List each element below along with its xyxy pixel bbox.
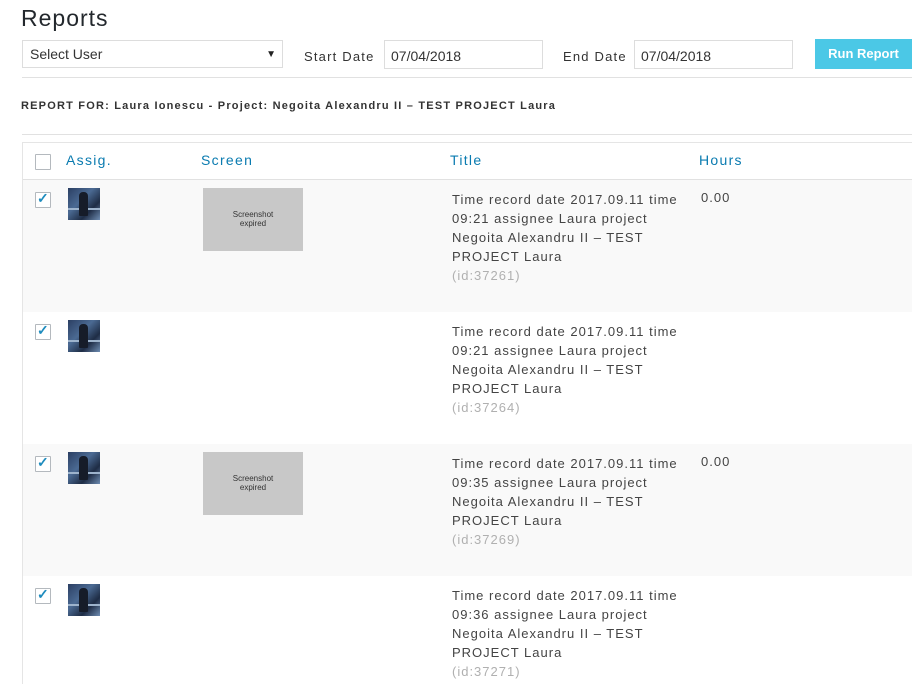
table-row: ✓ Time record date 2017.09.11 time 09:36… [23,576,912,684]
record-id: (id:37264) [452,400,521,415]
check-icon: ✓ [37,190,49,206]
user-select[interactable]: Select User ▼ [22,40,283,68]
col-screen[interactable]: Screen [201,152,253,168]
record-title-text: Time record date 2017.09.11 time 09:35 a… [452,456,678,528]
record-hours: 0.00 [701,454,731,469]
reports-page: Reports Select User ▼ Start Date 07/04/2… [0,0,912,684]
row-checkbox[interactable]: ✓ [35,454,51,472]
record-title: Time record date 2017.09.11 time 09:36 a… [452,586,682,681]
check-icon: ✓ [37,454,49,470]
col-assig[interactable]: Assig. [66,152,112,168]
select-all-checkbox[interactable] [35,154,51,170]
row-checkbox[interactable]: ✓ [35,322,51,340]
run-report-button[interactable]: Run Report [815,39,912,69]
page-title: Reports [21,5,109,31]
record-title: Time record date 2017.09.11 time 09:21 a… [452,322,682,417]
record-id: (id:37271) [452,664,521,679]
chevron-down-icon: ▼ [266,49,276,60]
user-avatar-icon [68,452,100,484]
user-avatar-icon [68,320,100,352]
row-checkbox[interactable]: ✓ [35,190,51,208]
report-table: Assig. Screen Title Hours ✓ Screenshot ex… [22,142,912,684]
record-id: (id:37261) [452,268,521,283]
record-title-text: Time record date 2017.09.11 time 09:21 a… [452,192,678,264]
user-select-value: Select User [30,46,103,62]
record-title: Time record date 2017.09.11 time 09:35 a… [452,454,682,549]
table-row: ✓ Screenshot expired Time record date 201… [23,180,912,312]
table-row: ✓ Time record date 2017.09.11 time 09:21… [23,312,912,444]
col-title[interactable]: Title [450,152,482,168]
record-title: Time record date 2017.09.11 time 09:21 a… [452,190,682,285]
screenshot-thumbnail[interactable]: Screenshot expired [203,452,303,515]
check-icon: ✓ [37,586,49,602]
divider [22,134,912,135]
col-hours[interactable]: Hours [699,152,743,168]
start-date-input[interactable]: 07/04/2018 [384,40,543,69]
start-date-label: Start Date [304,49,375,64]
record-id: (id:37269) [452,532,521,547]
record-title-text: Time record date 2017.09.11 time 09:36 a… [452,588,678,660]
check-icon: ✓ [37,322,49,338]
record-title-text: Time record date 2017.09.11 time 09:21 a… [452,324,678,396]
screenshot-thumbnail[interactable]: Screenshot expired [203,188,303,251]
row-checkbox[interactable]: ✓ [35,586,51,604]
user-avatar-icon [68,188,100,220]
end-date-input[interactable]: 07/04/2018 [634,40,793,69]
report-for-text: REPORT FOR: Laura Ionescu - Project: Neg… [21,100,557,112]
user-avatar-icon [68,584,100,616]
end-date-label: End Date [563,49,627,64]
table-header: Assig. Screen Title Hours [23,143,912,180]
table-row: ✓ Screenshot expired Time record date 201… [23,444,912,576]
divider [22,77,912,78]
record-hours: 0.00 [701,190,731,205]
